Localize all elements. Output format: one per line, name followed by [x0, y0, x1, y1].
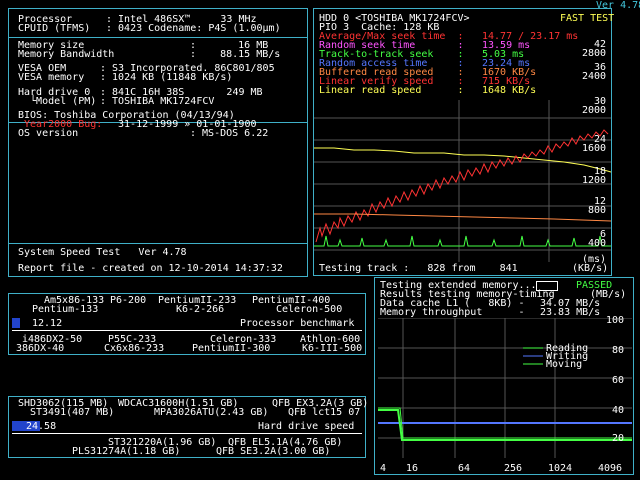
linear-read-label: Linear read speed : [319, 85, 464, 96]
proc-bottom2-0: 386DX-40 [16, 343, 65, 354]
model-value: : TOSHIBA MK1724FCV [100, 96, 215, 107]
linear-read-value: 1648 KB/s [482, 85, 537, 96]
hd-top2-2: QFB lct15 07 [288, 407, 361, 418]
hd-top2-0: ST3491(407 MB) [30, 407, 115, 418]
mem-xtick-16: 16 [406, 463, 419, 474]
throughput-label: Memory throughput - [380, 307, 525, 318]
mem-ytick-20: 20 [612, 433, 625, 444]
hdd-scale-2000: 2000 [582, 105, 607, 116]
mem-xtick-4096: 4096 [598, 463, 623, 474]
memory-chart-grid [378, 318, 632, 458]
hdd-scale-1200: 1200 [582, 175, 607, 186]
report-line: Report file - created on 12-10-2014 14:3… [18, 263, 283, 274]
hd-score: 24.58 [26, 421, 57, 432]
model-label: └Model (PM) [18, 96, 97, 107]
linear-read-series [314, 147, 611, 173]
unit-kbs: (KB/s) [572, 263, 609, 274]
proc-score-bar [12, 318, 20, 328]
report-title: System Speed Test Ver 4.78 [18, 247, 187, 258]
mem-xtick-256: 256 [504, 463, 523, 474]
mem-xtick-1024: 1024 [548, 463, 573, 474]
legend-moving: Moving [546, 359, 583, 370]
proc-bottom2-1: Cx6x86-233 [104, 343, 165, 354]
memory-bandwidth-value: : 88.15 MB/s [190, 49, 281, 60]
hdd-scale-2800: 2800 [582, 48, 607, 59]
memory-chart [378, 318, 632, 458]
proc-score: 12.12 [32, 318, 63, 329]
access-time-series [314, 235, 611, 247]
hdd-scale-1600: 1600 [582, 143, 607, 154]
os-label: OS version [18, 128, 79, 139]
hdd-scale-800: 800 [588, 205, 607, 216]
vesa-memory-value: : 1024 KB (11848 KB/s) [100, 72, 233, 83]
proc-bottom2-3: K6-III-500 [302, 343, 363, 354]
cpuid-label: CPUID (TFMS) [18, 23, 91, 34]
mem-xtick-4: 4 [380, 463, 387, 474]
testing-track-line: Testing track : 828 from 841 [319, 263, 518, 274]
mem-ytick-100: 100 [606, 315, 625, 326]
memory-bandwidth-label: Memory Bandwidth [18, 49, 115, 60]
proc-top2-2: Celeron-500 [276, 304, 343, 315]
hdd-chart [314, 100, 611, 262]
hdd-chart-grid [314, 100, 611, 262]
throughput-value: 23.83 MB/s [540, 307, 601, 318]
proc-bottom2-2: PentiumII-300 [192, 343, 271, 354]
mem-xtick-64: 64 [458, 463, 471, 474]
hd-bottom2-0: PLS31274A(1.18 GB) [72, 446, 181, 457]
proc-top2-1: K6-2-266 [176, 304, 225, 315]
os-value: : MS-DOS 6.22 [190, 128, 269, 139]
proc-bench-label: Processor benchmark [240, 318, 355, 329]
hd-top2-1: MPA3026ATU(2.43 GB) [154, 407, 269, 418]
proc-top-1: P6-200 [110, 295, 147, 306]
mem-ytick-60: 60 [612, 375, 625, 386]
proc-top2-0: Pentium-133 [32, 304, 99, 315]
hd-bench-label: Hard drive speed [258, 421, 355, 432]
vesa-memory-label: VESA memory [18, 72, 85, 83]
cpuid-value: : 0423 Codename: P4S (1.00µm) [106, 23, 281, 34]
mem-ytick-80: 80 [612, 345, 625, 356]
fast-test-label: FAST TEST [560, 13, 615, 24]
hd-bottom2-1: QFB SE3.2A(3.00 GB) [216, 446, 331, 457]
verify-zigzag-series [315, 129, 609, 243]
hdd-scale-400: 400 [588, 238, 607, 249]
hdd-scale-2400: 2400 [582, 71, 607, 82]
mem-ytick-40: 40 [612, 405, 625, 416]
